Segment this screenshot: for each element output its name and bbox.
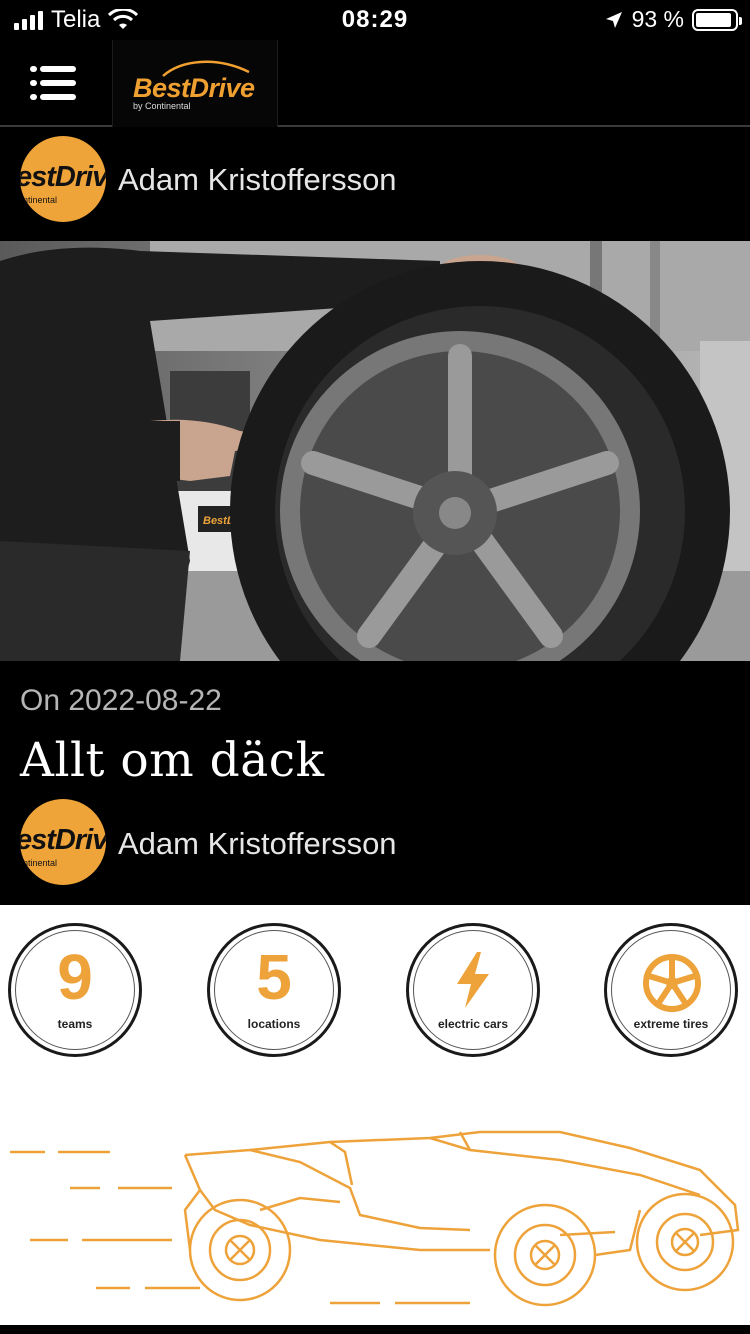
app-header: BestDrive by Continental (0, 40, 750, 127)
avatar-logo-sub: ntinental (23, 195, 58, 205)
stat-label: extreme tires (633, 1017, 709, 1031)
author-name: Adam Kristoffersson (118, 162, 397, 197)
logo-text: BestDrive (133, 73, 255, 103)
avatar-logo-text: estDriv (20, 161, 106, 193)
stat-label: teams (57, 1017, 93, 1031)
hamburger-menu-icon[interactable] (28, 62, 80, 104)
author-row-top[interactable]: estDriv ntinental Adam Kristoffersson (0, 128, 750, 238)
stat-badge-teams: 9 teams (8, 923, 142, 1057)
author-name: Adam Kristoffersson (118, 826, 397, 861)
bottom-edge (0, 1325, 750, 1334)
lightning-icon (457, 952, 489, 1008)
race-car-illustration (10, 1130, 740, 1307)
article-date: On 2022-08-22 (20, 684, 222, 717)
hero-image[interactable]: BestDrive (0, 241, 750, 661)
logo-subtitle: by Continental (133, 101, 191, 111)
avatar-logo-text: estDriv (20, 824, 106, 856)
status-bar: Telia 08:29 93 % (0, 0, 750, 40)
battery-fill (696, 12, 732, 27)
battery-percent: 93 % (631, 6, 684, 32)
stat-label: electric cars (437, 1017, 509, 1031)
author-row-bottom[interactable]: estDriv ntinental Adam Kristoffersson (0, 792, 750, 902)
status-right: 93 % (604, 6, 742, 33)
mechanic-tire-photo: BestDrive (0, 241, 750, 661)
stat-value: 5 (256, 941, 292, 1013)
stat-value: 9 (57, 941, 93, 1013)
battery-icon (692, 8, 742, 31)
stat-badge-electric-cars: electric cars (406, 923, 540, 1057)
avatar: estDriv ntinental (20, 136, 106, 222)
article-title[interactable]: Allt om däck (20, 733, 325, 788)
avatar-logo-sub: ntinental (23, 858, 58, 868)
wheel-icon (643, 954, 701, 1012)
location-arrow-icon (605, 11, 622, 28)
infographic: 9 teams 5 locations electric cars extrem… (0, 905, 750, 1325)
stat-label: locations (247, 1017, 301, 1031)
stat-badge-locations: 5 locations (207, 923, 341, 1057)
bestdrive-logo[interactable]: BestDrive by Continental (112, 40, 278, 127)
avatar: estDriv ntinental (20, 799, 106, 885)
stat-badge-extreme-tires: extreme tires (604, 923, 738, 1057)
